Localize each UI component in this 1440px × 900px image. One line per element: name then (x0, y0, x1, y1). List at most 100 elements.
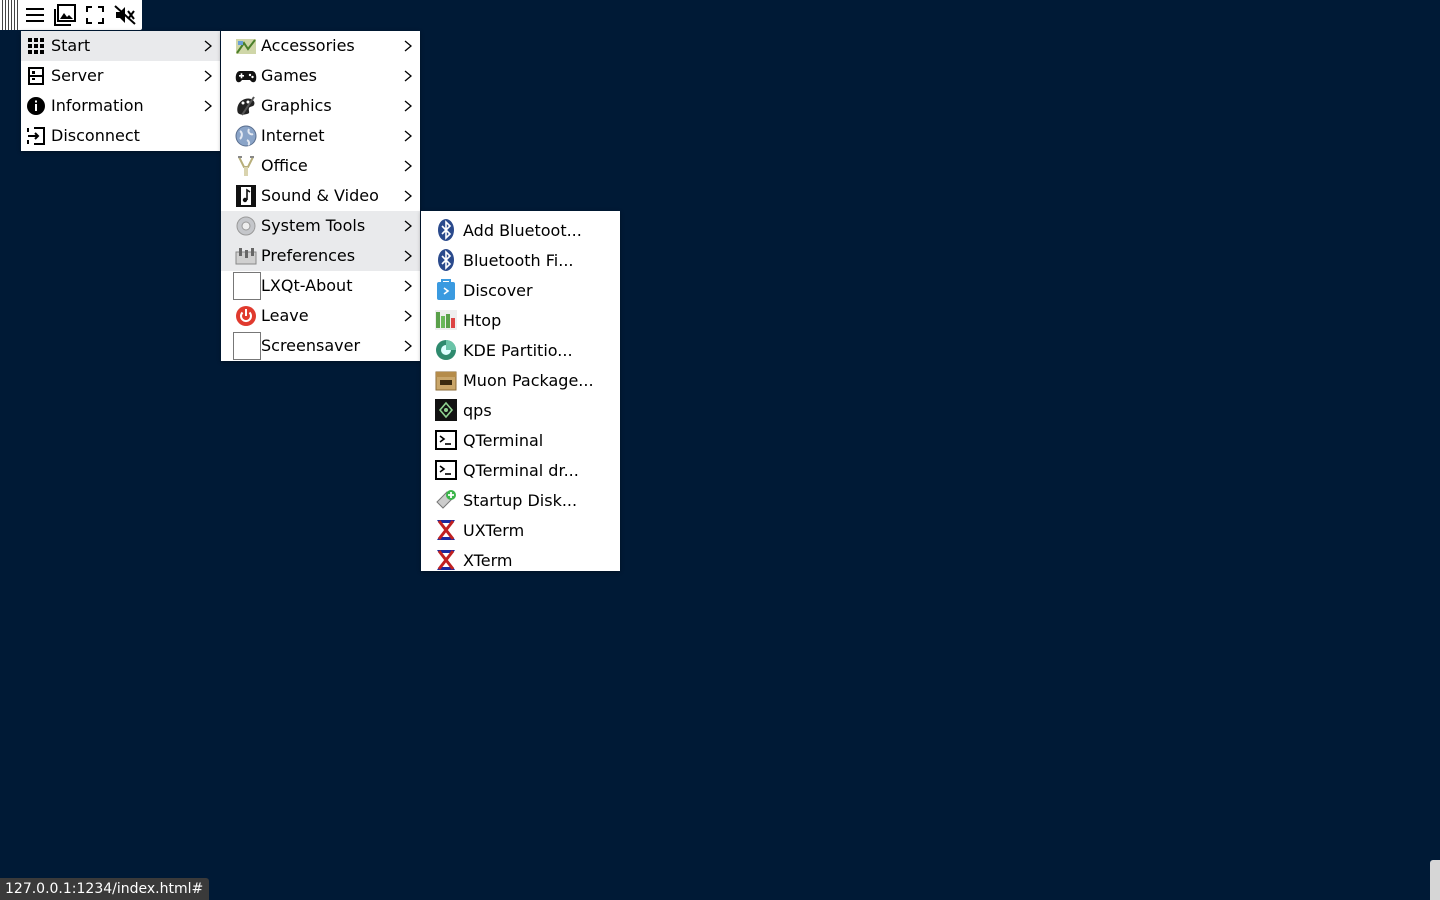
menu-item-label: UXTerm (463, 521, 525, 540)
qps-icon (434, 398, 458, 422)
info-icon (26, 96, 46, 116)
menu-item-label: Discover (463, 281, 533, 300)
menu-item-preferences[interactable]: Preferences (221, 241, 420, 271)
top-toolbar (0, 0, 142, 30)
menu-item-screensaver[interactable]: Screensaver (221, 331, 420, 361)
chevron-right-icon (404, 340, 412, 352)
chevron-right-icon (404, 100, 412, 112)
htop-icon (434, 308, 458, 332)
menu-item-label: Screensaver (261, 336, 361, 355)
bluetooth-icon (434, 218, 458, 242)
main-menu: Start Server Information Disconnect (21, 31, 220, 151)
menu-item-label: Games (261, 66, 317, 85)
menu-item-server[interactable]: Server (21, 61, 220, 91)
power-icon (234, 305, 258, 327)
server-icon (26, 66, 46, 86)
menu-item-office[interactable]: Office (221, 151, 420, 181)
menu-item-label: Internet (261, 126, 325, 145)
status-url: 127.0.0.1:1234/index.html# (0, 878, 210, 900)
menu-item-label: QTerminal (463, 431, 544, 450)
chevron-right-icon (404, 310, 412, 322)
package-icon (434, 368, 458, 392)
menu-item-label: Disconnect (51, 126, 140, 145)
image-icon[interactable] (50, 0, 80, 30)
menu-item-kde-partition[interactable]: KDE Partitio... (421, 334, 620, 364)
menu-item-uxterm[interactable]: UXTerm (421, 514, 620, 544)
film-icon (234, 185, 258, 207)
chevron-right-icon (404, 130, 412, 142)
menu-item-label: Leave (261, 306, 309, 325)
xterm-icon (434, 548, 458, 572)
terminal-icon (434, 428, 458, 452)
startup-disk-icon (434, 488, 458, 512)
menu-item-internet[interactable]: Internet (221, 121, 420, 151)
menu-item-graphics[interactable]: Graphics (221, 91, 420, 121)
menu-item-system-tools[interactable]: System Tools (221, 211, 420, 241)
menu-item-startup-disk[interactable]: Startup Disk... (421, 484, 620, 514)
gamepad-icon (234, 65, 258, 87)
menu-item-label: System Tools (261, 216, 366, 235)
bluetooth-icon (434, 248, 458, 272)
menu-item-disconnect[interactable]: Disconnect (21, 121, 220, 151)
blank-icon (233, 272, 261, 300)
menu-item-qps[interactable]: qps (421, 394, 620, 424)
menu-item-label: Information (51, 96, 144, 115)
sound-muted-icon[interactable] (110, 0, 140, 30)
menu-item-label: Preferences (261, 246, 356, 265)
chevron-right-icon (404, 220, 412, 232)
menu-item-qterminal[interactable]: QTerminal (421, 424, 620, 454)
menu-item-sound-video[interactable]: Sound & Video (221, 181, 420, 211)
chevron-right-icon (404, 190, 412, 202)
menu-item-add-bluetooth[interactable]: Add Bluetoot... (421, 214, 620, 244)
drag-handle[interactable] (0, 0, 20, 30)
menu-item-lxqt-about[interactable]: LXQt-About (221, 271, 420, 301)
menu-item-label: qps (463, 401, 492, 420)
preferences-icon (234, 245, 258, 267)
menu-item-label: Server (51, 66, 104, 85)
menu-item-label: Add Bluetoot... (463, 221, 582, 240)
menu-item-qterminal-dropdown[interactable]: QTerminal dr... (421, 454, 620, 484)
fullscreen-icon[interactable] (80, 0, 110, 30)
menu-item-label: Start (51, 36, 91, 55)
menu-item-accessories[interactable]: Accessories (221, 31, 420, 61)
menu-item-discover[interactable]: Discover (421, 274, 620, 304)
system-tools-menu: Add Bluetoot... Bluetooth Fi... Discover… (421, 211, 620, 571)
menu-item-label: Accessories (261, 36, 355, 55)
chevron-right-icon (404, 70, 412, 82)
menu-item-leave[interactable]: Leave (221, 301, 420, 331)
chevron-right-icon (404, 160, 412, 172)
menu-item-label: QTerminal dr... (463, 461, 579, 480)
menu-item-label: Htop (463, 311, 502, 330)
menu-item-label: Office (261, 156, 308, 175)
start-menu: Accessories Games Graphics Internet Offi… (221, 31, 420, 361)
corner-handle[interactable] (1430, 860, 1440, 900)
system-tools-icon (234, 215, 258, 237)
graphics-icon (234, 95, 258, 117)
partition-icon (434, 338, 458, 362)
menu-item-label: Sound & Video (261, 186, 379, 205)
menu-item-information[interactable]: Information (21, 91, 220, 121)
chevron-right-icon (204, 100, 212, 112)
chevron-right-icon (404, 40, 412, 52)
menu-item-label: LXQt-About (261, 276, 353, 295)
menu-item-muon-package[interactable]: Muon Package... (421, 364, 620, 394)
xterm-icon (434, 518, 458, 542)
menu-item-label: Muon Package... (463, 371, 594, 390)
menu-item-label: XTerm (463, 551, 513, 570)
menu-item-label: KDE Partitio... (463, 341, 573, 360)
menu-item-label: Startup Disk... (463, 491, 578, 510)
menu-item-bluetooth-file[interactable]: Bluetooth Fi... (421, 244, 620, 274)
menu-item-games[interactable]: Games (221, 61, 420, 91)
menu-item-xterm[interactable]: XTerm (421, 544, 620, 574)
menu-item-label: Bluetooth Fi... (463, 251, 574, 270)
hamburger-menu-icon[interactable] (20, 0, 50, 30)
terminal-icon (434, 458, 458, 482)
grid-icon (26, 36, 46, 56)
blank-icon (233, 332, 261, 360)
chevron-right-icon (404, 280, 412, 292)
menu-item-start[interactable]: Start (21, 31, 220, 61)
discover-icon (434, 278, 458, 302)
menu-item-htop[interactable]: Htop (421, 304, 620, 334)
menu-item-label: Graphics (261, 96, 332, 115)
office-icon (234, 155, 258, 177)
